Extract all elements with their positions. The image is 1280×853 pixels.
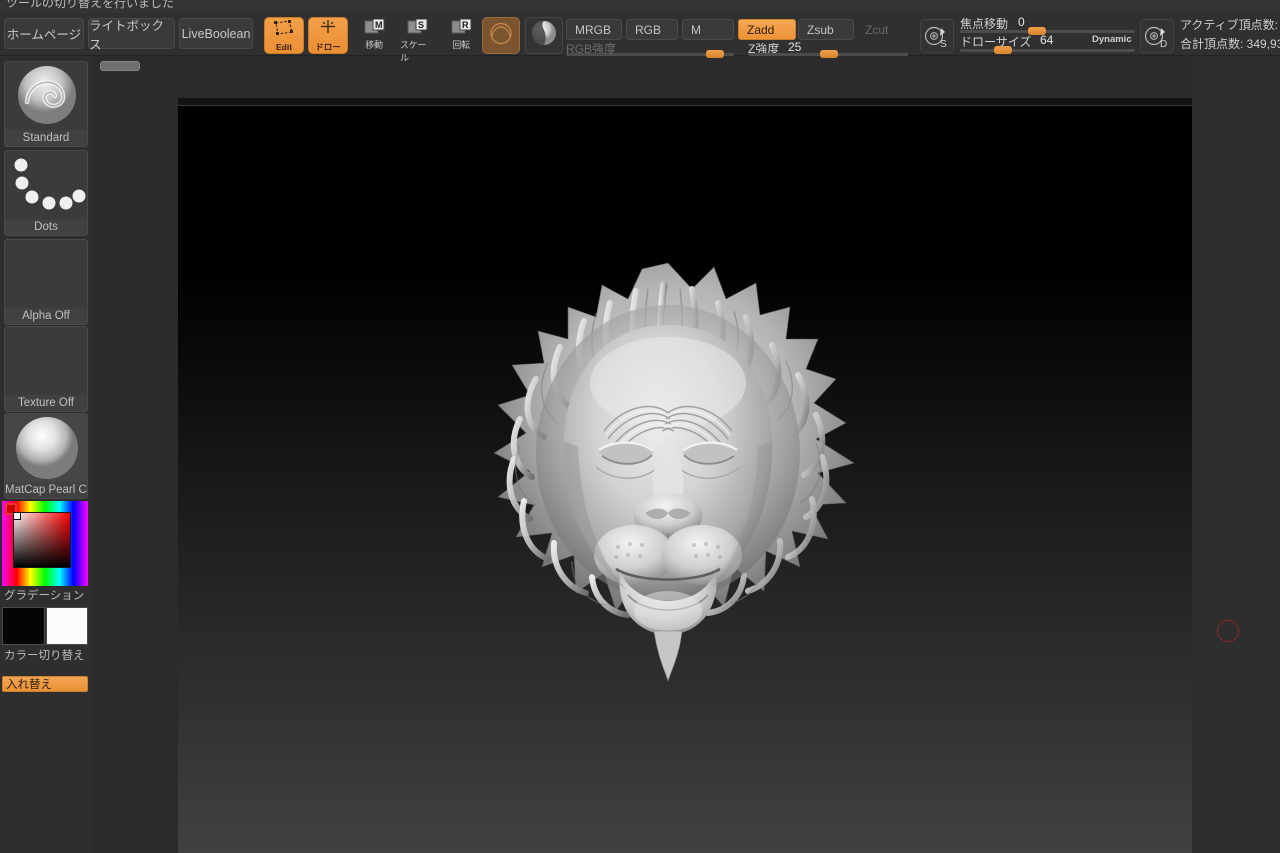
document-top-strip <box>178 98 1192 106</box>
zadd-button[interactable]: Zadd <box>738 19 796 40</box>
draw-mode-button[interactable]: ドロー <box>308 17 348 54</box>
current-material-slot[interactable] <box>525 17 563 54</box>
edit-icon <box>274 19 294 41</box>
secondary-color-swatch[interactable] <box>46 607 88 645</box>
right-gutter <box>1192 56 1280 853</box>
primary-color-swatch[interactable] <box>2 607 45 645</box>
current-brush-slot[interactable] <box>482 17 520 54</box>
color-picker-sv-marker[interactable] <box>13 512 21 520</box>
status-message: ツールの切り替えを行いました <box>6 0 175 10</box>
svg-text:D: D <box>1160 39 1167 50</box>
material-label: MatCap Pearl Ca <box>5 482 87 498</box>
canvas-scroll-handle[interactable] <box>100 61 140 71</box>
svg-text:S: S <box>940 39 947 50</box>
gradient-label[interactable]: グラデーション <box>2 588 88 605</box>
stroke-label: Dots <box>5 219 87 235</box>
draw-icon <box>317 19 339 40</box>
material-sphere-icon <box>5 414 87 482</box>
svg-text:S: S <box>418 20 424 30</box>
move-label: 移動 <box>365 40 383 50</box>
zcut-button[interactable]: Zcut <box>856 19 906 40</box>
liveboolean-button[interactable]: LiveBoolean <box>179 18 253 49</box>
swap-colors-button[interactable]: 入れ替え <box>2 676 88 692</box>
draw-size-track <box>960 49 1135 52</box>
dots-stroke-icon <box>5 151 87 219</box>
total-points-stat: 合計頂点数: 349,931 <box>1180 37 1280 51</box>
shelf-item-material[interactable]: MatCap Pearl Ca <box>4 413 88 499</box>
move-icon: M <box>364 18 385 36</box>
dynamic-label: Dynamic <box>1092 34 1132 45</box>
material-sphere-icon <box>529 18 559 53</box>
draw-size-slider[interactable]: ドローサイズ 64 Dynamic <box>960 33 1135 54</box>
brush-size-s-icon[interactable]: S <box>920 19 954 53</box>
edit-mode-button[interactable]: Edit <box>264 17 304 54</box>
left-shelf: Standard Dots Alpha Off Texture Off MatC… <box>0 56 92 853</box>
top-toolbar: ホームページ ライトボックス LiveBoolean Edit ドロー M 移動… <box>0 13 1280 63</box>
focal-shift-value: 0 <box>1018 15 1025 29</box>
lightbox-button[interactable]: ライトボックス <box>88 18 175 52</box>
rotate-icon: R <box>451 18 472 36</box>
scale-mode-button[interactable]: S スケール <box>400 18 434 63</box>
color-picker[interactable] <box>2 501 88 586</box>
alpha-label: Alpha Off <box>5 308 87 324</box>
zsub-button[interactable]: Zsub <box>798 19 854 40</box>
shelf-item-alpha[interactable]: Alpha Off <box>4 239 88 325</box>
svg-text:M: M <box>375 20 383 30</box>
dynamic-mode-d-icon[interactable]: D <box>1140 19 1174 53</box>
home-button[interactable]: ホームページ <box>4 18 84 49</box>
rotate-mode-button[interactable]: R 回転 <box>444 18 478 53</box>
texture-empty-icon <box>5 327 87 395</box>
draw-label: ドロー <box>315 41 341 52</box>
alpha-empty-icon <box>5 240 87 308</box>
brush-cursor <box>1217 620 1239 642</box>
focal-shift-slider[interactable]: 焦点移動 0 <box>960 15 1135 35</box>
svg-text:R: R <box>462 20 469 30</box>
m-button[interactable]: M <box>682 19 734 40</box>
color-picker-sv-area[interactable] <box>13 512 71 568</box>
z-intensity-value: 25 <box>788 40 802 54</box>
shelf-item-brush[interactable]: Standard <box>4 61 88 147</box>
shelf-item-texture[interactable]: Texture Off <box>4 326 88 412</box>
active-points-stat: アクティブ頂点数: 33 <box>1180 18 1280 32</box>
edit-label: Edit <box>275 41 293 52</box>
brush-swirl-icon <box>5 62 87 130</box>
lion-head-sculpt[interactable] <box>468 255 868 705</box>
move-mode-button[interactable]: M 移動 <box>357 18 391 53</box>
zbrush-window: ツールの切り替えを行いました ホームページ ライトボックス LiveBoolea… <box>0 0 1280 853</box>
rgb-button[interactable]: RGB <box>626 19 678 40</box>
color-switch-label[interactable]: カラー切り替え <box>2 648 88 665</box>
left-gutter <box>92 56 178 853</box>
draw-size-knob[interactable] <box>994 46 1012 54</box>
mrgb-button[interactable]: MRGB <box>566 19 622 40</box>
scale-icon: S <box>407 18 428 36</box>
rgb-intensity-slider[interactable]: RGB強度 <box>566 40 736 58</box>
texture-label: Texture Off <box>5 395 87 411</box>
status-bar: ツールの切り替えを行いました <box>0 0 1280 13</box>
document-area <box>178 98 1192 853</box>
brush-label: Standard <box>5 130 87 146</box>
brush-swirl-icon <box>488 20 514 51</box>
sculpt-canvas[interactable] <box>178 107 1192 853</box>
draw-size-value: 64 <box>1040 33 1054 47</box>
scale-label: スケール <box>400 40 427 63</box>
z-intensity-slider[interactable]: Z強度 25 <box>748 40 908 58</box>
rgb-intensity-knob[interactable] <box>706 50 724 58</box>
shelf-item-stroke[interactable]: Dots <box>4 150 88 236</box>
rotate-label: 回転 <box>452 40 470 50</box>
z-intensity-knob[interactable] <box>820 50 838 58</box>
